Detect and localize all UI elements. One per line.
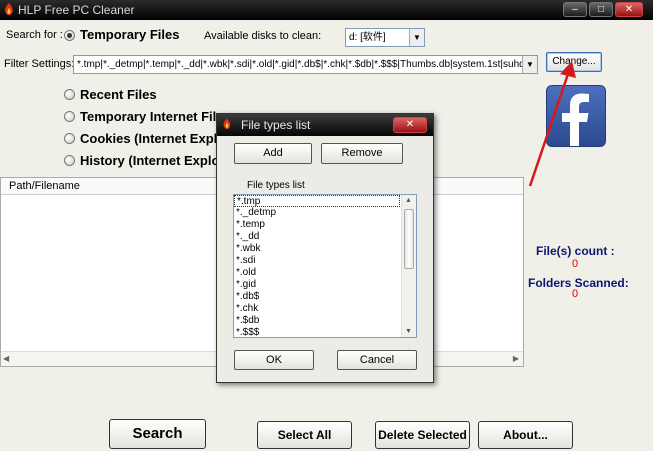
list-item[interactable]: *.db$ [234, 291, 416, 303]
annotation-arrow [528, 61, 576, 187]
file-types-dialog: File types list ✕ Add Remove File types … [216, 113, 434, 383]
minimize-button[interactable]: – [563, 2, 587, 17]
filter-select[interactable]: *.tmp|*._detmp|*.temp|*._dd|*.wbk|*.sdi|… [73, 55, 538, 74]
about-button[interactable]: About... [478, 421, 573, 449]
radio-recent-files[interactable] [64, 89, 75, 100]
scrollbar-thumb[interactable] [404, 209, 414, 269]
file-types-list-label: File types list [247, 180, 305, 191]
scroll-up-icon[interactable]: ▲ [405, 197, 412, 204]
filter-select-value: *.tmp|*._detmp|*.temp|*._dd|*.wbk|*.sdi|… [77, 59, 522, 70]
app-icon [223, 118, 231, 129]
list-item[interactable]: *.$db [234, 315, 416, 327]
list-item[interactable]: *._dd [234, 231, 416, 243]
dialog-title: File types list [241, 118, 311, 132]
folders-scanned-value: 0 [572, 288, 579, 300]
app-icon [5, 3, 13, 16]
window-title: HLP Free PC Cleaner [18, 3, 135, 17]
maximize-button[interactable]: □ [589, 2, 613, 17]
list-item[interactable]: *.sdi [234, 255, 416, 267]
filter-settings-label: Filter Settings: [4, 58, 75, 70]
list-item[interactable]: *.temp [234, 219, 416, 231]
available-disks-label: Available disks to clean: [204, 30, 322, 42]
option-temporary-files-label: Temporary Files [80, 27, 180, 42]
search-for-label: Search for : [6, 29, 63, 41]
radio-cookies[interactable] [64, 133, 75, 144]
close-button[interactable]: ✕ [615, 2, 643, 17]
folders-scanned-label: Folders Scanned: [528, 276, 629, 290]
remove-button[interactable]: Remove [321, 143, 403, 164]
file-types-listbox[interactable]: *.tmp *._detmp *.temp *._dd *.wbk *.sdi … [233, 194, 417, 338]
radio-temporary-internet-files[interactable] [64, 111, 75, 122]
list-item[interactable]: *._detmp [234, 207, 416, 219]
ok-button[interactable]: OK [234, 350, 314, 370]
radio-temporary-files[interactable] [64, 30, 75, 41]
add-button[interactable]: Add [234, 143, 312, 164]
chevron-down-icon[interactable]: ▼ [409, 29, 424, 46]
option-cookies-label: Cookies (Internet Explo [80, 131, 226, 146]
dialog-close-button[interactable]: ✕ [393, 117, 427, 133]
select-all-button[interactable]: Select All [257, 421, 352, 449]
option-history-label: History (Internet Explor [80, 153, 225, 168]
cancel-button[interactable]: Cancel [337, 350, 417, 370]
list-item[interactable]: *.$$$ [234, 327, 416, 337]
option-temporary-internet-files-label: Temporary Internet File [80, 109, 224, 124]
scroll-down-icon[interactable]: ▼ [405, 328, 412, 335]
list-item[interactable]: *.chk [234, 303, 416, 315]
list-item[interactable]: *.old [234, 267, 416, 279]
files-count-label: File(s) count : [536, 244, 615, 258]
list-item[interactable]: *.wbk [234, 243, 416, 255]
radio-history[interactable] [64, 155, 75, 166]
search-button[interactable]: Search [109, 419, 206, 449]
vertical-scrollbar[interactable]: ▲ ▼ [401, 195, 416, 337]
scroll-right-icon[interactable]: ▶ [513, 354, 519, 363]
delete-selected-button[interactable]: Delete Selected [375, 421, 470, 449]
dialog-title-bar: File types list ✕ [217, 114, 433, 136]
files-count-value: 0 [572, 258, 579, 270]
list-item[interactable]: *.gid [234, 279, 416, 291]
scroll-left-icon[interactable]: ◀ [3, 354, 9, 363]
title-bar: HLP Free PC Cleaner – □ ✕ [0, 0, 653, 20]
list-item[interactable]: *.tmp [234, 195, 400, 207]
disk-select[interactable]: d: [软件] ▼ [345, 28, 425, 47]
option-recent-files-label: Recent Files [80, 87, 157, 102]
disk-select-value: d: [软件] [349, 32, 386, 43]
